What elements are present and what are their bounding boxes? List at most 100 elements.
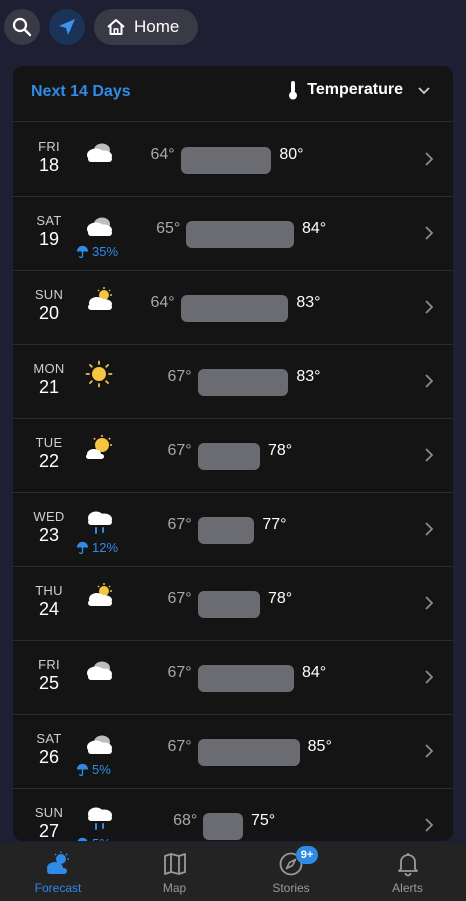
search-button[interactable]	[4, 9, 40, 45]
forecast-icon	[45, 851, 71, 877]
low-temp: 65°	[156, 220, 181, 237]
rain-icon	[83, 804, 115, 832]
forecast-card: Next 14 Days Temperature FRI 18 64° 80° …	[13, 66, 453, 841]
day-date: 23	[38, 525, 60, 545]
temp-range-bar	[197, 369, 289, 396]
precip-value: 5%	[92, 762, 111, 777]
day-of-week: FRI	[38, 139, 60, 154]
chevron-right-icon	[425, 300, 433, 314]
metric-label: Temperature	[307, 81, 403, 98]
chevron-right-icon	[425, 522, 433, 536]
temp-range-bar	[197, 591, 260, 618]
low-temp: 67°	[167, 368, 192, 385]
partly-cloudy-icon	[83, 286, 115, 314]
search-icon	[12, 17, 32, 37]
day-row[interactable]: MON 21 67° 83°	[13, 344, 453, 419]
bell-icon	[395, 851, 421, 877]
sunny-icon	[83, 360, 115, 388]
day-date: 25	[38, 673, 60, 693]
day-of-week: SAT	[36, 213, 62, 228]
day-of-week: TUE	[35, 435, 63, 450]
day-date: 27	[38, 821, 60, 841]
nav-tab-forecast[interactable]: Forecast	[0, 843, 116, 901]
metric-selector[interactable]: Temperature	[287, 80, 431, 100]
next-14-days-title: Next 14 Days	[31, 83, 131, 100]
rain-icon	[83, 508, 115, 536]
day-of-week: SAT	[36, 731, 62, 746]
day-row[interactable]: FRI 18 64° 80°	[13, 122, 453, 197]
precip-chance: 5%	[76, 762, 111, 777]
day-of-week: THU	[35, 583, 63, 598]
current-location-button[interactable]	[49, 9, 85, 45]
temp-range-bar	[180, 147, 272, 174]
precip-value: 35%	[92, 244, 119, 259]
temp-range-bar	[186, 221, 294, 248]
card-header: Next 14 Days Temperature	[13, 66, 453, 122]
temp-range-bar	[197, 665, 294, 692]
day-row[interactable]: SAT 26 5% 67° 85°	[13, 714, 453, 789]
high-temp: 85°	[307, 738, 332, 755]
low-temp: 67°	[167, 664, 192, 681]
low-temp: 64°	[150, 294, 175, 311]
home-label: Home	[134, 17, 180, 36]
high-temp: 80°	[279, 146, 304, 163]
chevron-right-icon	[425, 152, 433, 166]
top-bar: Home	[0, 0, 466, 56]
cloudy-icon	[83, 730, 115, 758]
cloudy-icon	[83, 212, 115, 240]
nav-label: Map	[162, 881, 187, 895]
nav-label: Alerts	[392, 881, 423, 895]
day-row[interactable]: FRI 25 67° 84°	[13, 640, 453, 715]
day-date: 26	[38, 747, 60, 767]
temp-range-bar	[203, 813, 243, 840]
day-of-week: MON	[33, 361, 65, 376]
high-temp: 75°	[251, 812, 276, 829]
day-of-week: WED	[33, 509, 65, 524]
day-date: 24	[38, 599, 60, 619]
nav-tab-map[interactable]: Map	[117, 843, 233, 901]
mostly-sunny-icon	[83, 434, 115, 462]
temp-range-bar	[197, 517, 255, 544]
temp-range-bar	[197, 739, 300, 766]
day-row[interactable]: SUN 20 64° 83°	[13, 270, 453, 345]
temp-range-bar	[197, 443, 260, 470]
home-icon	[107, 19, 125, 35]
nav-tab-stories[interactable]: 9+ Stories	[233, 843, 349, 901]
chevron-right-icon	[425, 226, 433, 240]
thermometer-icon	[289, 81, 298, 100]
high-temp: 83°	[296, 294, 321, 311]
chevron-right-icon	[425, 596, 433, 610]
chevron-right-icon	[425, 448, 433, 462]
high-temp: 78°	[268, 590, 293, 607]
day-date: 20	[38, 303, 60, 323]
cloudy-icon	[83, 656, 115, 684]
day-row[interactable]: WED 23 12% 67° 77°	[13, 492, 453, 567]
partly-cloudy-icon	[83, 582, 115, 610]
day-of-week: FRI	[38, 657, 60, 672]
day-date: 21	[38, 377, 60, 397]
umbrella-icon	[76, 763, 89, 776]
day-row[interactable]: THU 24 67° 78°	[13, 566, 453, 641]
precip-chance: 5%	[76, 836, 111, 841]
day-row[interactable]: SAT 19 35% 65° 84°	[13, 196, 453, 271]
high-temp: 84°	[302, 220, 327, 237]
low-temp: 67°	[167, 442, 192, 459]
high-temp: 77°	[262, 516, 287, 533]
umbrella-icon	[77, 838, 88, 841]
location-arrow-icon	[59, 19, 75, 35]
chevron-right-icon	[425, 374, 433, 388]
chevron-right-icon	[425, 744, 433, 758]
day-date: 22	[38, 451, 60, 471]
nav-tab-alerts[interactable]: Alerts	[350, 843, 466, 901]
map-icon	[162, 851, 188, 877]
day-of-week: SUN	[34, 287, 64, 302]
chevron-right-icon	[425, 818, 433, 832]
day-row[interactable]: TUE 22 67° 78°	[13, 418, 453, 493]
high-temp: 84°	[302, 664, 327, 681]
precip-chance: 12%	[76, 540, 118, 555]
day-date: 18	[38, 155, 60, 175]
low-temp: 64°	[150, 146, 175, 163]
day-row[interactable]: SUN 27 5% 68° 75°	[13, 788, 453, 841]
home-location-button[interactable]: Home	[94, 9, 198, 45]
low-temp: 68°	[173, 812, 198, 829]
